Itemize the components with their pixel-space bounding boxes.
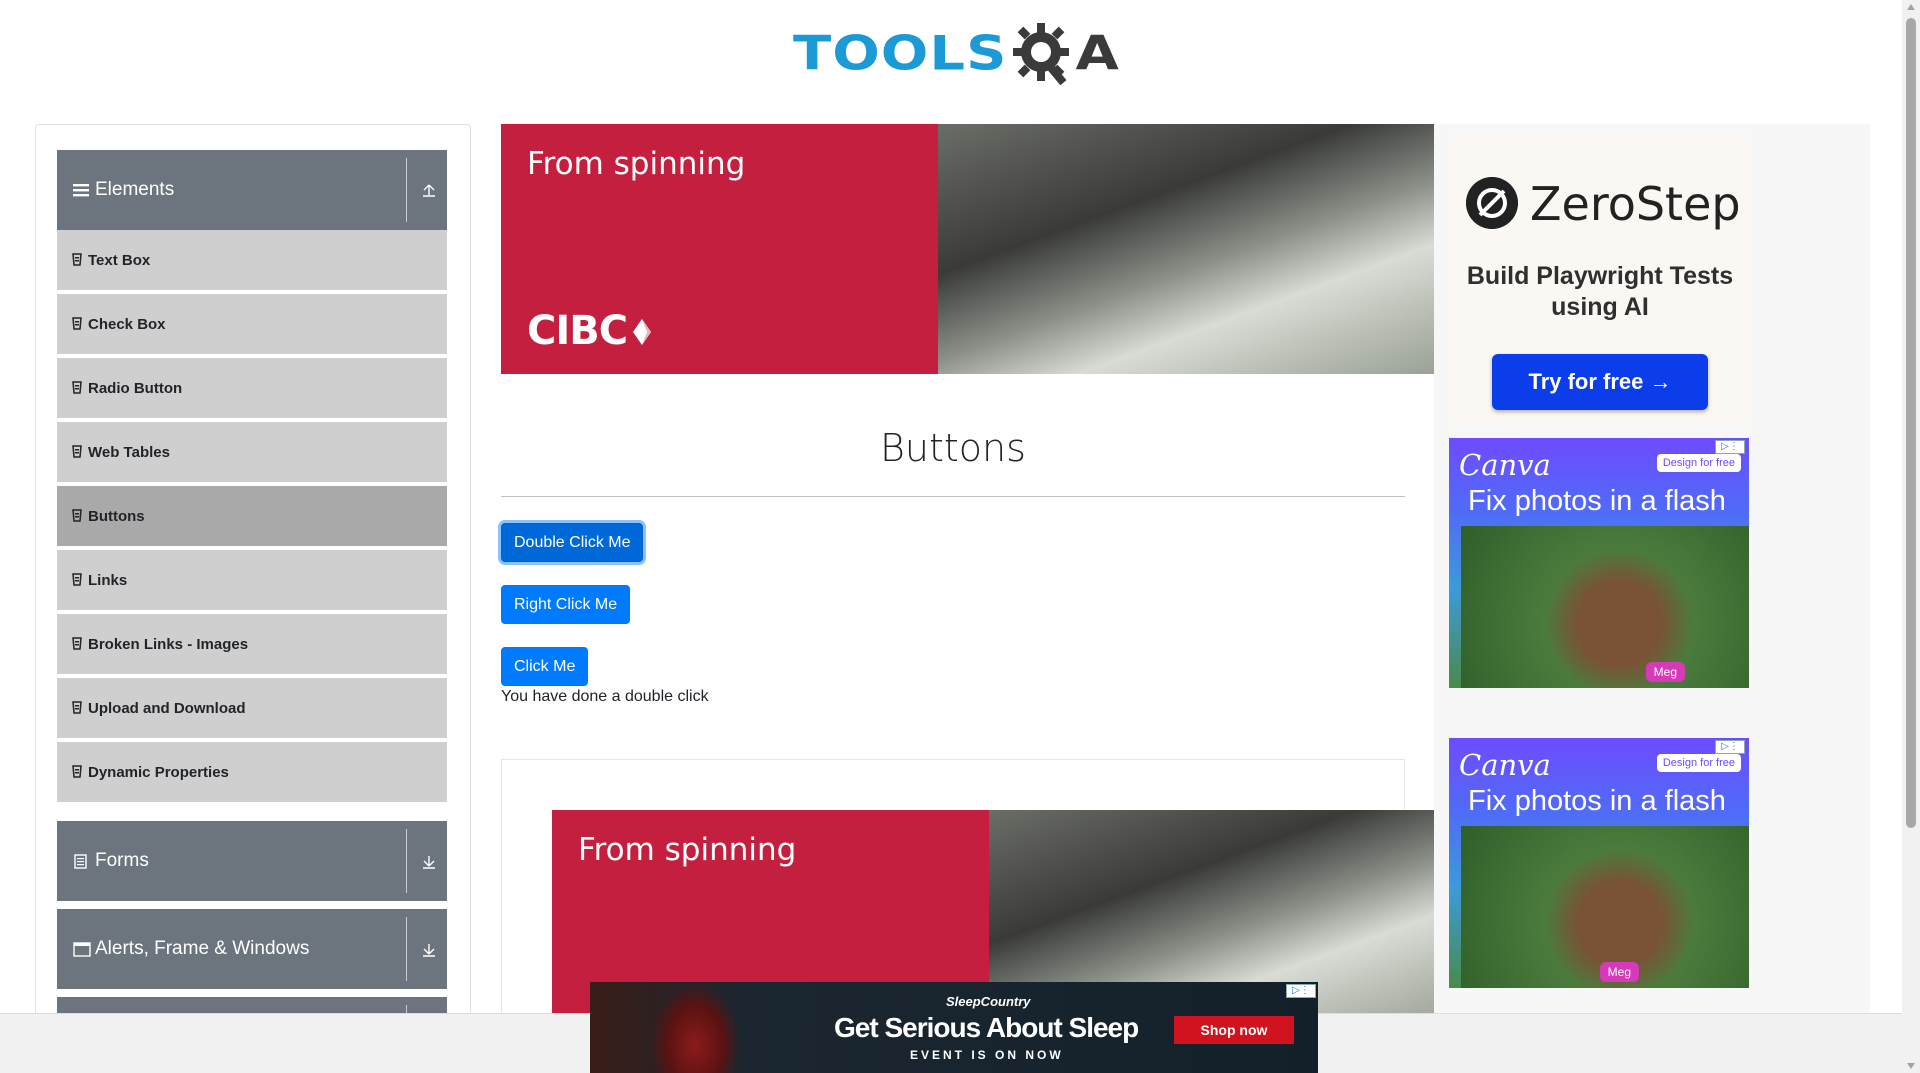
canva-ad[interactable]: Canva Design for free Fix photos in a fl… [1449,438,1749,688]
gear-q-icon [1013,23,1070,86]
window-icon [73,942,91,957]
zerostep-ad[interactable]: ZeroStep Build Playwright Tests using AI… [1450,135,1750,425]
canva-ad-2[interactable]: Canva Design for free Fix photos in a fl… [1449,738,1749,988]
ad-headline: Fix photos in a flash [1468,785,1726,817]
ad-subline: EVENT IS ON NOW [910,1048,1064,1062]
bullet-icon [72,573,82,586]
ad-brand: ZeroStep [1530,177,1741,231]
ad-headline: Get Serious About Sleep [834,1012,1139,1043]
ad-headline: Fix photos in a flash [1468,485,1726,517]
divider [406,158,407,222]
page-scrollbar[interactable] [1902,0,1920,1073]
bullet-icon [72,445,82,458]
cibc-banner-ad[interactable]: From spinning CIBC [501,124,1434,374]
sidebar-item-dynamic-properties[interactable]: Dynamic Properties [57,742,447,804]
click-me-button[interactable]: Click Me [501,647,589,686]
sidebar-item-label: Links [88,571,128,589]
adchoices-icon[interactable]: ▷⋮ [1715,440,1745,454]
sidebar-item-text-box[interactable]: Text Box [57,230,447,292]
shop-now-button[interactable]: Shop now [1174,1016,1294,1044]
bullet-icon [72,317,82,330]
group-header-alerts[interactable]: Alerts, Frame & Windows [57,909,447,989]
group-label: Elements [95,179,175,200]
design-for-free-button[interactable]: Design for free [1656,754,1741,772]
sidebar-item-label: Check Box [88,315,166,333]
ad-badge: Meg [1599,962,1639,982]
bullet-icon [72,381,82,394]
ad-brand: CIBC [527,308,628,354]
sidebar-item-radio-button[interactable]: Radio Button [57,358,447,420]
sidebar-item-label: Buttons [88,507,145,525]
group-label: Forms [95,850,149,871]
ad-brand: SleepCountry [946,994,1031,1009]
sidebar-item-links[interactable]: Links [57,550,447,612]
bullet-icon [72,509,82,522]
bullet-icon [72,253,82,266]
sidebar-item-web-tables[interactable]: Web Tables [57,422,447,484]
scrollbar-thumb[interactable] [1906,18,1916,828]
title-divider [501,496,1405,497]
scroll-up-icon[interactable] [1907,4,1915,10]
sidebar-item-label: Text Box [88,251,151,269]
group-header-elements[interactable]: Elements [57,150,447,230]
group-header-forms[interactable]: Forms [57,821,447,901]
ad-text-panel: From spinning CIBC [501,124,938,374]
group-label: Alerts, Frame & Windows [95,938,310,959]
toolsqa-logo[interactable]: TOOLS A [793,16,1119,92]
ad-photo [938,124,1434,374]
ad-brand: Canva [1459,748,1551,782]
expand-down-icon[interactable] [421,853,437,869]
bullet-icon [72,637,82,650]
collapse-up-icon[interactable] [421,182,437,198]
logo-text-a: A [1075,25,1119,82]
ad-brand: Canva [1459,448,1551,482]
double-click-message: You have done a double click [501,688,709,705]
double-click-button[interactable]: Double Click Me [501,523,644,562]
right-click-button[interactable]: Right Click Me [501,585,631,624]
scroll-down-icon[interactable] [1907,1063,1915,1069]
divider [406,917,407,981]
try-for-free-button[interactable]: Try for free → [1492,354,1708,410]
ad-tagline: Build Playwright Tests using AI [1466,262,1734,321]
ad-badge: Meg [1645,662,1685,682]
left-panel: Elements Text Box Check Box Radio Button… [35,124,471,1025]
sidebar-item-broken-links[interactable]: Broken Links - Images [57,614,447,676]
sidebar-item-label: Dynamic Properties [88,763,229,781]
form-icon [74,854,87,869]
hamburger-icon [73,184,89,197]
ad-photo [1461,526,1749,688]
adchoices-icon[interactable]: ▷⋮ [1715,740,1745,754]
bullet-icon [72,701,82,714]
sidebar-item-buttons[interactable]: Buttons [57,486,447,548]
sidebar-item-check-box[interactable]: Check Box [57,294,447,356]
page-title: Buttons [880,426,1026,470]
ad-photo [650,982,740,1073]
sidebar-item-label: Web Tables [88,443,170,461]
adchoices-icon[interactable]: ▷⋮ [1286,984,1316,998]
cibc-diamond-icon [633,319,651,345]
design-for-free-button[interactable]: Design for free [1656,454,1741,472]
ad-headline: From spinning [527,146,746,182]
bullet-icon [72,765,82,778]
sidebar-item-label: Broken Links - Images [88,635,249,653]
sidebar-item-label: Upload and Download [88,699,246,717]
sidebar-item-label: Radio Button [88,379,183,397]
sleepcountry-ad[interactable]: SleepCountry Get Serious About Sleep EVE… [590,982,1318,1073]
expand-down-icon[interactable] [421,941,437,957]
zerostep-logo-icon [1466,177,1518,229]
ad-headline: From spinning [578,832,797,868]
divider [406,829,407,893]
sidebar-item-upload-download[interactable]: Upload and Download [57,678,447,740]
logo-text: TOOLS [793,25,1008,82]
